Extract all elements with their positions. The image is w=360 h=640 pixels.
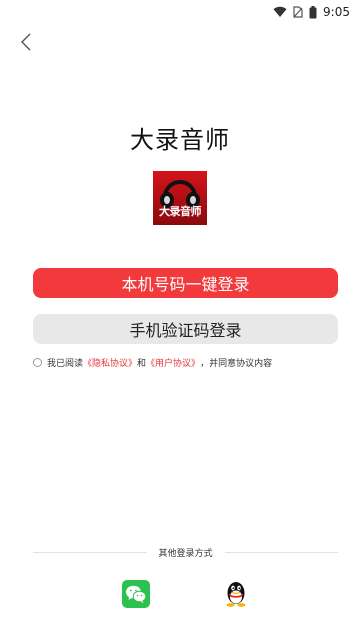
qq-icon bbox=[226, 582, 246, 607]
divider-line-right bbox=[224, 551, 339, 553]
status-bar: 9:05 bbox=[0, 0, 360, 24]
back-button[interactable] bbox=[12, 30, 40, 58]
no-sim-icon bbox=[293, 6, 303, 18]
app-title: 大录音师 bbox=[130, 126, 230, 154]
one-click-login-button[interactable]: 本机号码一键登录 bbox=[33, 268, 338, 298]
privacy-policy-link[interactable]: 《隐私协议》 bbox=[83, 356, 137, 369]
wifi-icon bbox=[273, 6, 287, 18]
wechat-icon bbox=[126, 585, 147, 603]
battery-icon bbox=[309, 5, 317, 19]
agreement-prefix: 我已阅读 bbox=[47, 358, 84, 369]
other-login-divider: 其他登录方式 bbox=[33, 545, 339, 559]
agreement-row: 我已阅读 《隐私协议》 和 《用户协议》 ，并同意协议内容 bbox=[33, 354, 272, 370]
logo-text: 大录音师 bbox=[159, 205, 202, 218]
other-login-label: 其他登录方式 bbox=[158, 548, 213, 559]
sms-login-button[interactable]: 手机验证码登录 bbox=[33, 314, 338, 344]
agreement-suffix: ，并同意协议内容 bbox=[200, 358, 273, 369]
status-time: 9:05 bbox=[323, 5, 350, 19]
agreement-and: 和 bbox=[137, 358, 147, 369]
app-logo: 大录音师 bbox=[153, 171, 207, 225]
divider-line-left bbox=[33, 551, 147, 553]
wechat-login-button[interactable] bbox=[122, 580, 150, 608]
chevron-left-icon bbox=[20, 32, 32, 56]
user-agreement-link[interactable]: 《用户协议》 bbox=[146, 356, 200, 369]
qq-login-button[interactable] bbox=[222, 580, 250, 608]
agreement-checkbox[interactable] bbox=[33, 357, 42, 367]
